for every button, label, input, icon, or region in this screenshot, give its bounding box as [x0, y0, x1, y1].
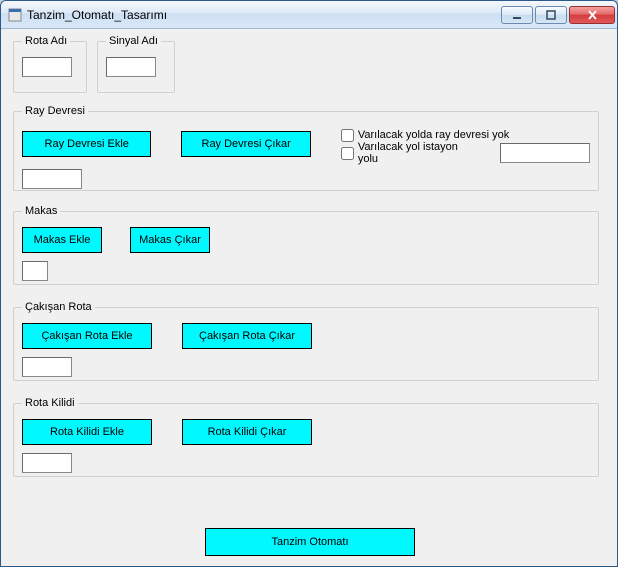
legend-cakisan: Çakışan Rota [22, 301, 95, 313]
cakisan-add-button[interactable]: Çakışan Rota Ekle [22, 323, 152, 349]
legend-sinyal-adi: Sinyal Adı [106, 35, 161, 47]
group-rota-adi: Rota Adı [13, 35, 87, 93]
chk-no-ray[interactable] [341, 129, 354, 142]
makas-field-input[interactable] [22, 261, 48, 281]
kilidi-add-button[interactable]: Rota Kilidi Ekle [22, 419, 152, 445]
window-title: Tanzim_Otomatı_Tasarımı [27, 8, 501, 22]
group-cakisan-rota: Çakışan Rota Çakışan Rota Ekle Çakışan R… [13, 301, 599, 381]
group-rota-kilidi: Rota Kilidi Rota Kilidi Ekle Rota Kilidi… [13, 397, 599, 477]
legend-kilidi: Rota Kilidi [22, 397, 78, 409]
chk-istasyon-label: Varılacak yol istayon yolu [358, 141, 480, 165]
makas-add-button[interactable]: Makas Ekle [22, 227, 102, 253]
legend-ray: Ray Devresi [22, 105, 88, 117]
legend-rota-adi: Rota Adı [22, 35, 70, 47]
kilidi-remove-button[interactable]: Rota Kilidi Çıkar [182, 419, 312, 445]
client-area: Rota Adı Sinyal Adı Ray Devresi Ray Devr… [1, 29, 617, 566]
makas-remove-button[interactable]: Makas Çıkar [130, 227, 210, 253]
ray-field-input[interactable] [22, 169, 82, 189]
chk-istasyon-row[interactable]: Varılacak yol istayon yolu [341, 145, 590, 161]
cakisan-field-input[interactable] [22, 357, 72, 377]
istasyon-yol-input[interactable] [500, 143, 590, 163]
cakisan-remove-button[interactable]: Çakışan Rota Çıkar [182, 323, 312, 349]
app-icon [7, 7, 23, 23]
tanzim-otomati-button[interactable]: Tanzim Otomatı [205, 528, 415, 556]
chk-istasyon[interactable] [341, 147, 354, 160]
close-button[interactable] [569, 6, 615, 24]
window-controls [501, 6, 615, 24]
kilidi-field-input[interactable] [22, 453, 72, 473]
group-sinyal-adi: Sinyal Adı [97, 35, 175, 93]
group-makas: Makas Makas Ekle Makas Çıkar [13, 205, 599, 285]
titlebar[interactable]: Tanzim_Otomatı_Tasarımı [1, 1, 617, 29]
chk-no-ray-label: Varılacak yolda ray devresi yok [358, 129, 509, 141]
legend-makas: Makas [22, 205, 60, 217]
sinyal-adi-input[interactable] [106, 57, 156, 77]
minimize-button[interactable] [501, 6, 533, 24]
ray-remove-button[interactable]: Ray Devresi Çıkar [181, 131, 310, 157]
app-window: Tanzim_Otomatı_Tasarımı Rota Adı Sinyal … [0, 0, 618, 567]
rota-adi-input[interactable] [22, 57, 72, 77]
ray-add-button[interactable]: Ray Devresi Ekle [22, 131, 151, 157]
group-ray-devresi: Ray Devresi Ray Devresi Ekle Ray Devresi… [13, 105, 599, 191]
maximize-button[interactable] [535, 6, 567, 24]
